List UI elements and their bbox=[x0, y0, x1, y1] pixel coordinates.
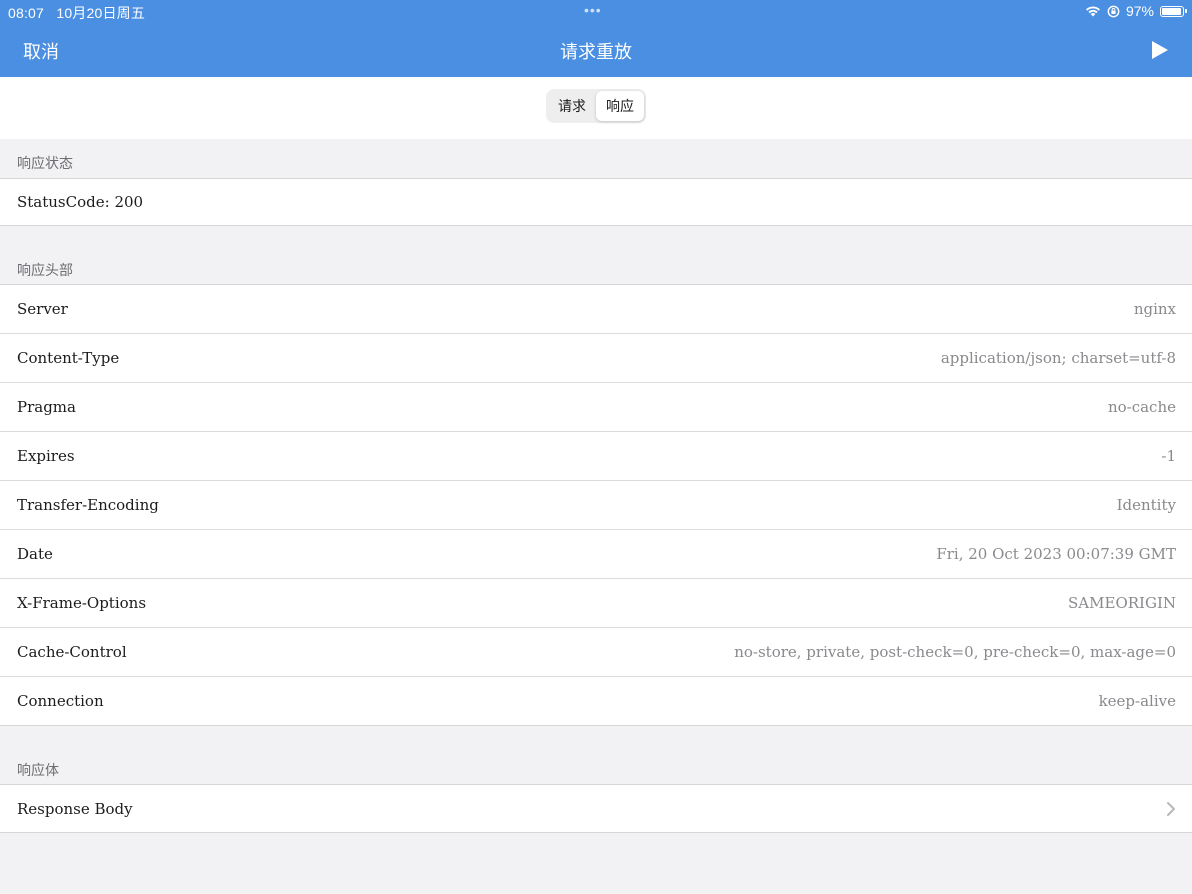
header-key: Cache-Control bbox=[17, 643, 127, 661]
response-body-label: Response Body bbox=[17, 799, 133, 818]
header-value: no-store, private, post-check=0, pre-che… bbox=[734, 643, 1176, 661]
header-key: Content-Type bbox=[17, 349, 120, 367]
status-time: 08:07 10月20日周五 bbox=[8, 5, 146, 21]
multitasking-dots[interactable]: ••• bbox=[584, 2, 602, 18]
section-header-body: 响应体 bbox=[17, 762, 59, 778]
header-row: Connection keep-alive bbox=[0, 677, 1192, 725]
header-value: no-cache bbox=[1107, 398, 1176, 416]
header-value: nginx bbox=[1133, 300, 1176, 318]
header-key: Transfer-Encoding bbox=[17, 496, 159, 514]
battery-percent: 97% bbox=[1125, 3, 1154, 19]
header-value: application/json; charset=utf-8 bbox=[940, 349, 1176, 367]
header-key: Server bbox=[17, 300, 68, 318]
header-key: X-Frame-Options bbox=[17, 594, 147, 612]
page-title: 请求重放 bbox=[560, 42, 632, 62]
segment-request[interactable]: 请求 bbox=[548, 91, 596, 121]
headers-group: Server nginx Content-Type application/js… bbox=[0, 284, 1192, 726]
segment-bar: 请求 响应 bbox=[0, 77, 1192, 139]
orientation-lock-icon bbox=[1107, 5, 1120, 17]
header-row: Expires -1 bbox=[0, 432, 1192, 481]
header-row: Date Fri, 20 Oct 2023 00:07:39 GMT bbox=[0, 530, 1192, 579]
header-row: Server nginx bbox=[0, 285, 1192, 334]
battery-level bbox=[1162, 7, 1182, 15]
status-group: StatusCode: 200 bbox=[0, 178, 1192, 226]
body-group: Response Body bbox=[0, 784, 1192, 833]
status-date: 10月20日周五 bbox=[56, 5, 146, 21]
battery-icon bbox=[1160, 5, 1187, 17]
header-row: Cache-Control no-store, private, post-ch… bbox=[0, 628, 1192, 677]
header-key: Expires bbox=[17, 447, 75, 465]
header-value: -1 bbox=[1161, 447, 1176, 465]
header-row: X-Frame-Options SAMEORIGIN bbox=[0, 579, 1192, 628]
header-key: Pragma bbox=[17, 398, 76, 416]
header-value: Identity bbox=[1116, 496, 1176, 514]
segment-response[interactable]: 响应 bbox=[596, 91, 644, 121]
status-code-row: StatusCode: 200 bbox=[0, 179, 1192, 225]
header-value: SAMEORIGIN bbox=[1068, 594, 1176, 612]
wifi-icon bbox=[1085, 6, 1100, 17]
header-row: Pragma no-cache bbox=[0, 383, 1192, 432]
header-row: Transfer-Encoding Identity bbox=[0, 481, 1192, 530]
navigation-bar: 08:07 10月20日周五 ••• 97% 取消 请求重放 bbox=[0, 0, 1192, 77]
status-code: StatusCode: 200 bbox=[17, 193, 144, 211]
header-key: Date bbox=[17, 545, 53, 563]
section-header-status: 响应状态 bbox=[17, 155, 73, 171]
section-header-headers: 响应头部 bbox=[17, 262, 73, 278]
response-body-row[interactable]: Response Body bbox=[0, 785, 1192, 832]
header-row: Content-Type application/json; charset=u… bbox=[0, 334, 1192, 383]
status-indicators: 97% bbox=[1085, 3, 1187, 19]
chevron-right-icon bbox=[1167, 801, 1175, 816]
play-icon[interactable] bbox=[1150, 40, 1170, 60]
header-value: keep-alive bbox=[1098, 692, 1176, 710]
header-key: Connection bbox=[17, 692, 104, 710]
request-response-segmented-control: 请求 响应 bbox=[546, 89, 646, 123]
header-value: Fri, 20 Oct 2023 00:07:39 GMT bbox=[936, 545, 1176, 563]
